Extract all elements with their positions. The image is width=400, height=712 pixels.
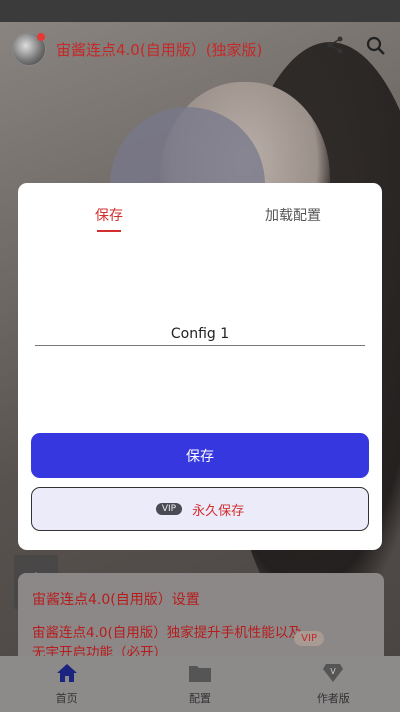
permanent-save-label: 永久保存 bbox=[192, 503, 245, 519]
permanent-save-button[interactable]: VIP 永久保存 bbox=[31, 487, 369, 531]
avatar[interactable] bbox=[12, 32, 46, 66]
app-title: 宙酱连点4.0(自用版）(独家版) bbox=[56, 40, 263, 59]
svg-text:V: V bbox=[331, 667, 337, 676]
tab-save[interactable]: 保存 bbox=[95, 205, 123, 225]
folder-icon bbox=[188, 663, 212, 686]
nav-item-author[interactable]: V 作者版 bbox=[267, 656, 400, 712]
search-icon[interactable] bbox=[366, 36, 386, 61]
vip-diamond-icon: V bbox=[322, 663, 344, 686]
nav-label-home: 首页 bbox=[55, 691, 78, 705]
nav-item-home[interactable]: 首页 bbox=[0, 656, 133, 712]
active-tab-indicator bbox=[97, 230, 121, 232]
config-name-input[interactable] bbox=[35, 322, 365, 346]
home-icon bbox=[56, 663, 78, 686]
vip-badge: VIP bbox=[155, 503, 183, 515]
settings-vip-badge: VIP bbox=[294, 631, 324, 646]
notification-dot bbox=[37, 33, 45, 41]
bottom-nav: 首页 配置 V 作者版 bbox=[0, 656, 400, 712]
save-button[interactable]: 保存 bbox=[31, 433, 369, 478]
share-icon[interactable] bbox=[326, 36, 344, 61]
save-config-dialog: 保存 加载配置 保存 VIP 永久保存 bbox=[18, 183, 382, 550]
nav-label-author: 作者版 bbox=[316, 691, 350, 705]
nav-label-config: 配置 bbox=[188, 691, 211, 705]
top-icons bbox=[326, 36, 386, 61]
nav-item-config[interactable]: 配置 bbox=[133, 656, 266, 712]
tab-load-config[interactable]: 加载配置 bbox=[265, 205, 321, 225]
status-bar bbox=[0, 0, 400, 22]
settings-card-title: 宙酱连点4.0(自用版）设置 bbox=[32, 592, 200, 608]
top-bar: 宙酱连点4.0(自用版）(独家版) bbox=[0, 22, 400, 76]
dialog-tabs: 保存 加载配置 bbox=[18, 205, 382, 235]
